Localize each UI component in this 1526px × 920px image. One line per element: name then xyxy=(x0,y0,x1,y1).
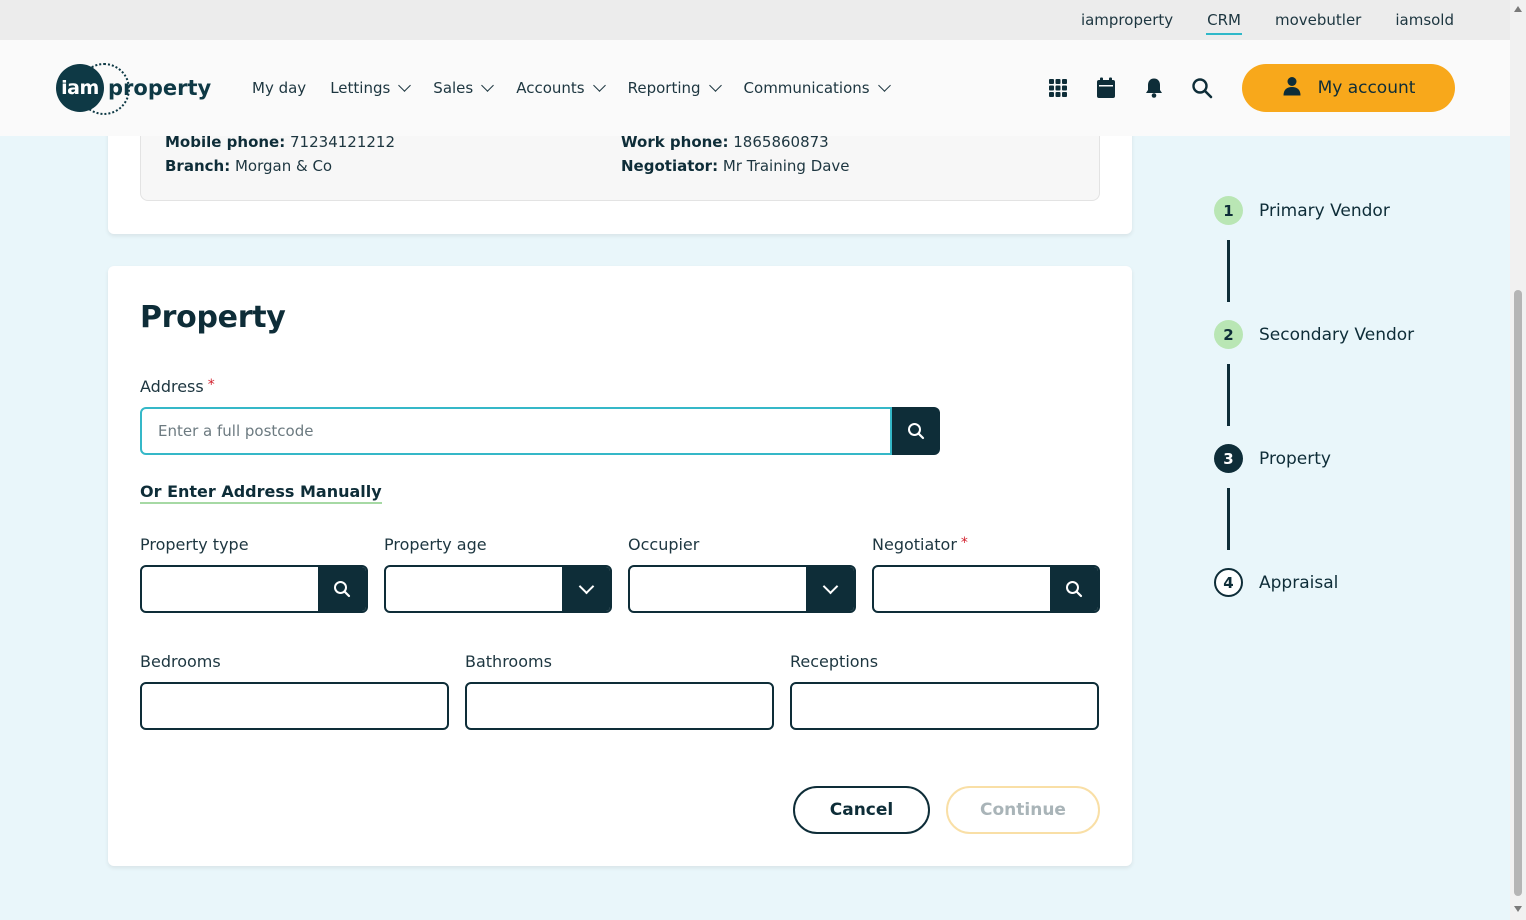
top-link-iamproperty[interactable]: iamproperty xyxy=(1080,11,1174,29)
bedrooms-label: Bedrooms xyxy=(140,652,221,671)
nav-label: Accounts xyxy=(516,79,585,97)
negotiator-label: Negotiator: xyxy=(621,157,719,175)
step-label: Property xyxy=(1259,448,1331,469)
chevron-down-icon xyxy=(708,79,722,92)
top-link-iamsold[interactable]: iamsold xyxy=(1394,11,1455,29)
search-icon[interactable] xyxy=(1190,76,1214,100)
address-label-wrap: Address * xyxy=(140,377,215,396)
step-property[interactable]: 3 Property xyxy=(1214,444,1474,473)
continue-button[interactable]: Continue xyxy=(946,786,1100,834)
branch-label: Branch: xyxy=(165,157,231,175)
negotiator-field-label: Negotiator xyxy=(872,535,957,554)
property-age-dropdown-button[interactable] xyxy=(562,567,610,611)
user-icon xyxy=(1282,76,1302,101)
step-primary-vendor[interactable]: 1 Primary Vendor xyxy=(1214,196,1474,225)
step-number: 4 xyxy=(1214,568,1243,597)
scroll-down-arrow-icon[interactable] xyxy=(1514,906,1522,912)
nav-communications[interactable]: Communications xyxy=(743,79,891,97)
required-mark: * xyxy=(960,535,968,551)
occupier-label: Occupier xyxy=(628,535,700,554)
property-age-label: Property age xyxy=(384,535,487,554)
header-icons xyxy=(1046,76,1214,100)
negotiator-label-wrap: Negotiator * xyxy=(872,535,968,554)
occupier-dropdown-button[interactable] xyxy=(806,567,854,611)
top-utility-bar: iamproperty CRM movebutler iamsold xyxy=(0,0,1510,40)
nav-lettings[interactable]: Lettings xyxy=(330,79,412,97)
nav-label: My day xyxy=(252,79,307,97)
nav-sales[interactable]: Sales xyxy=(433,79,495,97)
step-connector xyxy=(1227,240,1230,302)
address-label: Address xyxy=(140,377,204,396)
required-mark: * xyxy=(207,377,215,393)
scroll-up-arrow-icon[interactable] xyxy=(1514,6,1522,12)
top-links: iamproperty CRM movebutler iamsold xyxy=(1080,0,1455,40)
apps-grid-icon[interactable] xyxy=(1046,76,1070,100)
top-link-crm[interactable]: CRM xyxy=(1206,11,1242,35)
receptions-label: Receptions xyxy=(790,652,879,671)
my-account-label: My account xyxy=(1317,78,1416,98)
scrollbar-thumb[interactable] xyxy=(1514,290,1522,896)
nav-reporting[interactable]: Reporting xyxy=(627,79,722,97)
property-age-select[interactable] xyxy=(384,565,612,613)
step-appraisal[interactable]: 4 Appraisal xyxy=(1214,568,1474,597)
nav-accounts[interactable]: Accounts xyxy=(516,79,606,97)
property-type-label: Property type xyxy=(140,535,249,554)
search-icon xyxy=(334,581,351,598)
cancel-button[interactable]: Cancel xyxy=(793,786,930,834)
property-form-card: Property Address* Or Enter Address Manua… xyxy=(108,266,1132,866)
negotiator-row: Negotiator: Mr Training Dave xyxy=(621,157,850,175)
nav-label: Lettings xyxy=(330,79,391,97)
step-connector xyxy=(1227,364,1230,426)
chevron-down-icon xyxy=(822,578,838,595)
step-label: Primary Vendor xyxy=(1259,200,1390,221)
nav-label: Communications xyxy=(743,79,870,97)
nav-my-day[interactable]: My day xyxy=(252,79,306,97)
search-icon xyxy=(1066,581,1083,598)
chevron-down-icon xyxy=(877,79,891,92)
property-type-search-button[interactable] xyxy=(318,567,366,611)
chevron-down-icon xyxy=(578,578,594,595)
branch-value: Morgan & Co xyxy=(234,157,333,175)
nav-label: Sales xyxy=(433,79,474,97)
calendar-icon[interactable] xyxy=(1094,76,1118,100)
logo-mark: iam xyxy=(56,64,104,112)
my-account-button[interactable]: My account xyxy=(1242,64,1455,112)
property-title: Property xyxy=(140,300,286,335)
property-type-field[interactable] xyxy=(140,565,368,613)
address-search-button[interactable] xyxy=(892,407,940,455)
negotiator-search-button[interactable] xyxy=(1050,567,1098,611)
step-number: 2 xyxy=(1214,320,1243,349)
page-scrollbar[interactable] xyxy=(1510,0,1526,920)
main-header: iam property My day Lettings Sales Accou… xyxy=(0,40,1510,136)
negotiator-field[interactable] xyxy=(872,565,1100,613)
bell-icon[interactable] xyxy=(1142,76,1166,100)
search-icon xyxy=(908,423,925,440)
occupier-select[interactable] xyxy=(628,565,856,613)
step-number: 3 xyxy=(1214,444,1243,473)
nav-label: Reporting xyxy=(627,79,701,97)
postcode-search-input[interactable] xyxy=(140,407,892,455)
chevron-down-icon xyxy=(398,79,412,92)
bathrooms-label: Bathrooms xyxy=(465,652,552,671)
step-label: Appraisal xyxy=(1259,572,1339,593)
step-label: Secondary Vendor xyxy=(1259,324,1415,345)
negotiator-value: Mr Training Dave xyxy=(722,157,850,175)
main-nav: My day Lettings Sales Accounts Reporting… xyxy=(252,40,891,136)
enter-address-manually-link[interactable]: Or Enter Address Manually xyxy=(140,482,382,504)
receptions-input[interactable] xyxy=(790,682,1099,730)
bathrooms-input[interactable] xyxy=(465,682,774,730)
bedrooms-input[interactable] xyxy=(140,682,449,730)
step-connector xyxy=(1227,488,1230,550)
top-link-movebutler[interactable]: movebutler xyxy=(1274,11,1362,29)
chevron-down-icon xyxy=(592,79,606,92)
step-secondary-vendor[interactable]: 2 Secondary Vendor xyxy=(1214,320,1474,349)
logo-word: property xyxy=(108,76,212,100)
chevron-down-icon xyxy=(481,79,495,92)
branch-row: Branch: Morgan & Co xyxy=(165,157,332,175)
iamproperty-logo[interactable]: iam property xyxy=(56,63,212,115)
step-number: 1 xyxy=(1214,196,1243,225)
